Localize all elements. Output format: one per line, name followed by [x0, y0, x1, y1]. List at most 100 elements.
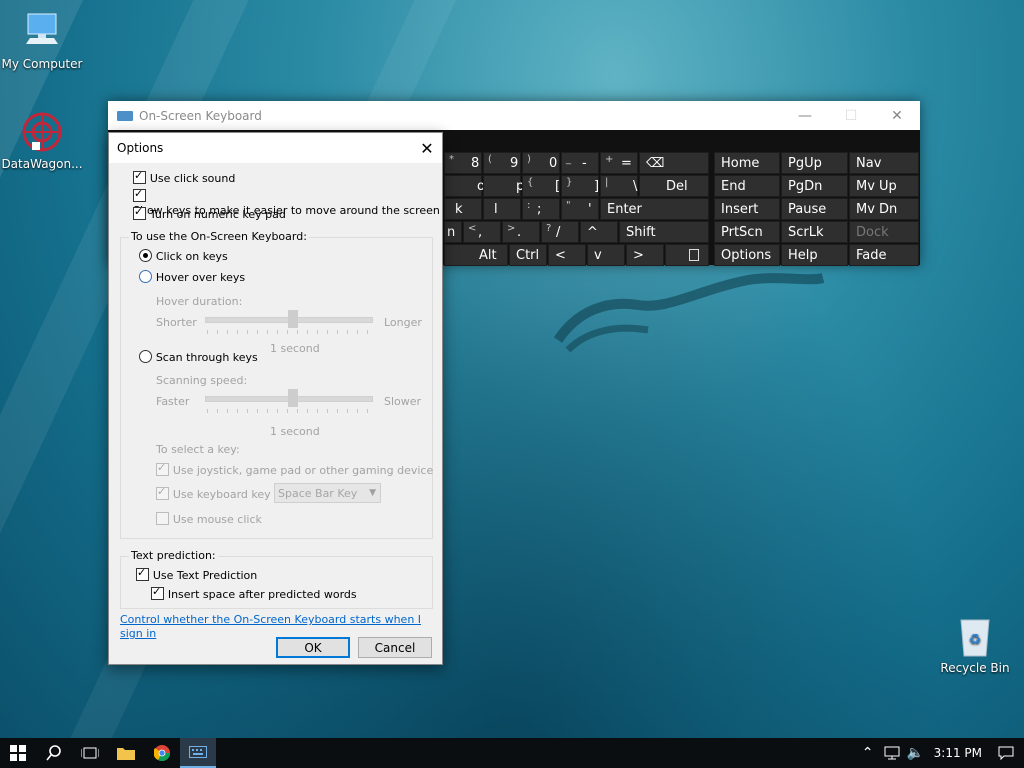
- hover-over-keys-radio[interactable]: [139, 270, 152, 283]
- desktop-icon-my-computer[interactable]: My Computer: [0, 10, 84, 71]
- scan-through-keys-row[interactable]: Scan through keys: [139, 350, 258, 364]
- show-hidden-icons-button[interactable]: ⌃: [856, 738, 880, 768]
- numeric-pad-row[interactable]: Turn on numeric key pad: [133, 205, 286, 221]
- hover-over-keys-row[interactable]: Hover over keys: [139, 270, 245, 284]
- key-home[interactable]: Home: [714, 152, 780, 174]
- key-options[interactable]: Options: [714, 244, 780, 266]
- startup-settings-link[interactable]: Control whether the On-Screen Keyboard s…: [120, 613, 421, 640]
- key-semicolon[interactable]: :;: [522, 198, 560, 220]
- minimize-button[interactable]: —: [782, 108, 828, 124]
- action-center-button[interactable]: [988, 738, 1024, 768]
- key-equals[interactable]: + =: [600, 152, 638, 174]
- key-pgdn[interactable]: PgDn: [781, 175, 848, 197]
- use-mouse-click-row[interactable]: Use mouse click: [156, 512, 262, 526]
- file-explorer-button[interactable]: [108, 738, 144, 768]
- use-text-prediction-checkbox[interactable]: [136, 566, 149, 581]
- key-right-arrow[interactable]: >: [626, 244, 664, 266]
- task-view-button[interactable]: [72, 738, 108, 768]
- network-button[interactable]: [880, 738, 904, 768]
- insert-space-row[interactable]: Insert space after predicted words: [151, 585, 357, 601]
- options-title-bar[interactable]: Options ✕: [109, 133, 442, 163]
- key-pgup[interactable]: PgUp: [781, 152, 848, 174]
- use-text-prediction-row[interactable]: Use Text Prediction: [136, 566, 258, 582]
- options-dialog: Options ✕ Use click sound Show keys to m…: [108, 132, 443, 665]
- scanning-speed-label: Scanning speed:: [156, 374, 248, 387]
- use-keyboard-key-row[interactable]: Use keyboard key: [156, 485, 271, 501]
- key-alt[interactable]: Alt: [444, 244, 508, 266]
- key-del[interactable]: Del: [639, 175, 709, 197]
- use-text-prediction-label: Use Text Prediction: [152, 569, 258, 582]
- key-left-arrow[interactable]: <: [548, 244, 586, 266]
- key-up-arrow[interactable]: ^: [580, 221, 618, 243]
- numeric-pad-checkbox[interactable]: [133, 205, 146, 220]
- key-fade[interactable]: Fade: [849, 244, 919, 266]
- key-help[interactable]: Help: [781, 244, 848, 266]
- key-l[interactable]: l: [483, 198, 521, 220]
- osk-title-bar[interactable]: On-Screen Keyboard — ☐ ✕: [108, 101, 920, 130]
- chrome-button[interactable]: [144, 738, 180, 768]
- key-mv-dn[interactable]: Mv Dn: [849, 198, 919, 220]
- scan-through-keys-radio[interactable]: [139, 350, 152, 363]
- start-button[interactable]: [0, 738, 36, 768]
- keyboard-key-select[interactable]: Space Bar Key ▼: [274, 483, 381, 503]
- key-backspace[interactable]: ⌫: [639, 152, 709, 174]
- scanning-speed-slider-thumb[interactable]: [288, 389, 298, 407]
- osk-title: On-Screen Keyboard: [139, 108, 262, 123]
- key-n[interactable]: n: [444, 221, 462, 243]
- insert-space-checkbox[interactable]: [151, 585, 164, 600]
- key-period[interactable]: >.: [502, 221, 540, 243]
- osk-taskbar-button[interactable]: [180, 738, 216, 768]
- use-mouse-click-checkbox[interactable]: [156, 512, 169, 525]
- key-mv-up[interactable]: Mv Up: [849, 175, 919, 197]
- use-keyboard-key-checkbox[interactable]: [156, 485, 169, 500]
- key-comma[interactable]: <,: [463, 221, 501, 243]
- cancel-button[interactable]: Cancel: [358, 637, 432, 658]
- hover-duration-ticks: [207, 330, 371, 334]
- maximize-button[interactable]: ☐: [828, 108, 874, 124]
- key-pause[interactable]: Pause: [781, 198, 848, 220]
- key-insert[interactable]: Insert: [714, 198, 780, 220]
- hover-duration-label: Hover duration:: [156, 295, 243, 308]
- search-button[interactable]: [36, 738, 72, 768]
- show-keys-checkbox[interactable]: [133, 187, 146, 202]
- key-ctrl[interactable]: Ctrl: [509, 244, 547, 266]
- key-k[interactable]: k: [444, 198, 482, 220]
- click-on-keys-row[interactable]: Click on keys: [139, 249, 228, 263]
- desktop-icon-datawagon[interactable]: DataWagon...: [0, 110, 84, 171]
- key-backslash[interactable]: | \: [600, 175, 638, 197]
- close-icon[interactable]: ✕: [412, 139, 442, 158]
- close-button[interactable]: ✕: [874, 108, 920, 124]
- datawagon-icon: [20, 110, 64, 154]
- key-menu[interactable]: [665, 244, 709, 266]
- longer-label: Longer: [384, 316, 422, 329]
- ok-button[interactable]: OK: [276, 637, 350, 658]
- key-0[interactable]: ) 0: [522, 152, 560, 174]
- use-joystick-row[interactable]: Use joystick, game pad or other gaming d…: [156, 461, 433, 477]
- key-9[interactable]: (9: [483, 152, 521, 174]
- key-enter[interactable]: Enter: [600, 198, 709, 220]
- hover-duration-slider-thumb[interactable]: [288, 310, 298, 328]
- key-prtscn[interactable]: PrtScn: [714, 221, 780, 243]
- key-shift[interactable]: Shift: [619, 221, 709, 243]
- key-dock[interactable]: Dock: [849, 221, 919, 243]
- key-8[interactable]: * 8: [444, 152, 482, 174]
- network-icon: [884, 746, 900, 760]
- key-quote[interactable]: " ': [561, 198, 599, 220]
- key-minus[interactable]: _ -: [561, 152, 599, 174]
- key-end[interactable]: End: [714, 175, 780, 197]
- key-slash[interactable]: ? /: [541, 221, 579, 243]
- click-on-keys-radio[interactable]: [139, 249, 152, 262]
- key-down-arrow[interactable]: v: [587, 244, 625, 266]
- use-click-sound-row[interactable]: Use click sound: [133, 169, 235, 185]
- key-p[interactable]: p: [483, 175, 524, 197]
- key-left-bracket[interactable]: {[: [522, 175, 560, 197]
- volume-button[interactable]: 🔈: [904, 738, 928, 768]
- key-scrlk[interactable]: ScrLk: [781, 221, 848, 243]
- key-nav[interactable]: Nav: [849, 152, 919, 174]
- use-joystick-checkbox[interactable]: [156, 461, 169, 476]
- desktop-icon-recycle-bin[interactable]: ♻ Recycle Bin: [933, 614, 1017, 675]
- clock[interactable]: 3:11 PM: [928, 746, 988, 760]
- key-o[interactable]: o: [444, 175, 485, 197]
- key-right-bracket[interactable]: }]: [561, 175, 599, 197]
- use-click-sound-checkbox[interactable]: [133, 169, 146, 184]
